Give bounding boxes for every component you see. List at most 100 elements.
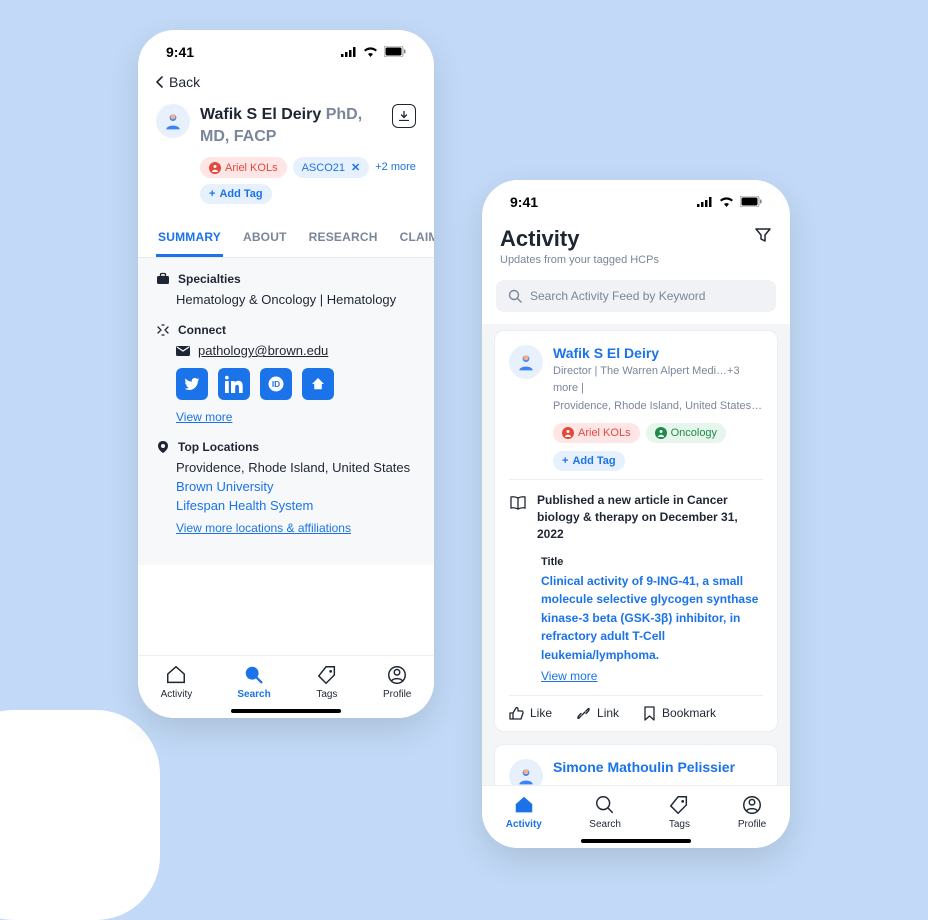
view-more-locations[interactable]: View more locations & affiliations bbox=[176, 521, 351, 535]
hcp-name[interactable]: Wafik S El Deiry bbox=[553, 345, 763, 361]
tab-research[interactable]: RESEARCH bbox=[307, 222, 380, 257]
tag-ariel[interactable]: Ariel KOLs bbox=[200, 157, 287, 178]
signal-icon bbox=[697, 194, 713, 210]
article-title[interactable]: Clinical activity of 9-ING-41, a small m… bbox=[541, 572, 763, 665]
filter-button[interactable] bbox=[754, 226, 772, 249]
download-button[interactable] bbox=[392, 104, 416, 128]
tabbar-tags[interactable]: Tags bbox=[668, 794, 690, 830]
activity-card: Wafik S El Deiry Director | The Warren A… bbox=[494, 330, 778, 732]
like-button[interactable]: Like bbox=[509, 706, 552, 721]
tabbar-profile[interactable]: Profile bbox=[383, 664, 411, 700]
profile-phone: 9:41 Back Wafik S El Deiry PhD, MD, FACP… bbox=[138, 30, 434, 718]
add-tag-row: + Add Tag bbox=[553, 451, 763, 471]
email-link[interactable]: pathology@brown.edu bbox=[198, 343, 328, 358]
search-icon bbox=[243, 664, 265, 686]
feed: Wafik S El Deiry Director | The Warren A… bbox=[482, 324, 790, 848]
tabbar-profile[interactable]: Profile bbox=[738, 794, 766, 830]
tag-label: Ariel KOLs bbox=[225, 162, 278, 174]
status-icons bbox=[697, 194, 762, 210]
twitter-button[interactable] bbox=[176, 368, 208, 400]
activity-header: Activity Updates from your tagged HCPs bbox=[482, 218, 790, 274]
tag-label: ASCO21 bbox=[302, 162, 345, 174]
profile-icon bbox=[741, 794, 763, 816]
tag-more[interactable]: +2 more bbox=[375, 157, 416, 178]
tab-about[interactable]: ABOUT bbox=[241, 222, 289, 257]
connect-body: pathology@brown.edu ID View more bbox=[176, 343, 416, 424]
plus-icon: + bbox=[562, 455, 568, 467]
book-icon bbox=[509, 494, 527, 512]
search-icon bbox=[594, 794, 616, 816]
battery-icon bbox=[384, 44, 406, 60]
download-icon bbox=[399, 111, 409, 121]
connect-icon bbox=[156, 323, 170, 337]
publication-row: Published a new article in Cancer biolog… bbox=[509, 479, 763, 544]
tabbar-tags[interactable]: Tags bbox=[316, 664, 338, 700]
battery-icon bbox=[740, 194, 762, 210]
status-bar: 9:41 bbox=[482, 180, 790, 218]
svg-text:ID: ID bbox=[272, 380, 280, 389]
view-more-article[interactable]: View more bbox=[541, 669, 597, 683]
tabbar: Activity Search Tags Profile bbox=[138, 655, 434, 718]
briefcase-icon bbox=[156, 272, 170, 286]
locations-label: Top Locations bbox=[156, 440, 416, 454]
tag-icon bbox=[668, 794, 690, 816]
wifi-icon bbox=[719, 194, 734, 210]
person-icon bbox=[562, 427, 574, 439]
tabs: SUMMARY ABOUT RESEARCH CLAIM bbox=[138, 214, 434, 258]
twitter-icon bbox=[183, 375, 201, 393]
view-more-connect[interactable]: View more bbox=[176, 410, 232, 424]
tab-claims[interactable]: CLAIM bbox=[398, 222, 434, 257]
location-link-lifespan[interactable]: Lifespan Health System bbox=[176, 498, 416, 513]
social-row: ID bbox=[176, 368, 416, 400]
publication-text: Published a new article in Cancer biolog… bbox=[537, 492, 763, 544]
status-bar: 9:41 bbox=[138, 30, 434, 68]
tabbar-activity[interactable]: Activity bbox=[506, 794, 542, 830]
home-icon bbox=[513, 794, 535, 816]
link-button[interactable]: Link bbox=[576, 706, 619, 721]
researchgate-button[interactable] bbox=[302, 368, 334, 400]
back-button[interactable]: Back bbox=[138, 68, 434, 100]
bookmark-icon bbox=[643, 706, 656, 721]
locations-body: Providence, Rhode Island, United States … bbox=[176, 460, 416, 535]
email-icon bbox=[176, 346, 190, 356]
tabbar-search[interactable]: Search bbox=[237, 664, 270, 700]
person-icon bbox=[209, 162, 221, 174]
primary-location: Providence, Rhode Island, United States bbox=[176, 460, 416, 475]
card-tags: Ariel KOLs Oncology bbox=[553, 423, 763, 443]
search-icon bbox=[508, 289, 522, 303]
article-box: Title Clinical activity of 9-ING-41, a s… bbox=[541, 556, 763, 685]
chevron-left-icon bbox=[156, 76, 163, 88]
back-label: Back bbox=[169, 74, 200, 90]
filter-icon bbox=[754, 226, 772, 244]
home-icon bbox=[165, 664, 187, 686]
tag-icon bbox=[316, 664, 338, 686]
like-icon bbox=[509, 706, 524, 721]
signal-icon bbox=[341, 44, 357, 60]
add-tag-button[interactable]: + Add Tag bbox=[200, 184, 272, 204]
summary-content: Specialties Hematology & Oncology | Hema… bbox=[138, 258, 434, 565]
tabbar-search[interactable]: Search bbox=[589, 794, 621, 830]
close-icon[interactable]: ✕ bbox=[351, 161, 360, 174]
tab-summary[interactable]: SUMMARY bbox=[156, 222, 223, 257]
hcp-name-2[interactable]: Simone Mathoulin Pelissier bbox=[553, 759, 735, 775]
tag-ariel[interactable]: Ariel KOLs bbox=[553, 423, 640, 443]
status-time: 9:41 bbox=[166, 44, 194, 60]
tag-asco[interactable]: ASCO21 ✕ bbox=[293, 157, 370, 178]
add-tag-button[interactable]: + Add Tag bbox=[553, 451, 625, 471]
linkedin-button[interactable] bbox=[218, 368, 250, 400]
tabbar-activity[interactable]: Activity bbox=[161, 664, 193, 700]
activity-phone: 9:41 Activity Updates from your tagged H… bbox=[482, 180, 790, 848]
specialties-value: Hematology & Oncology | Hematology bbox=[176, 292, 416, 307]
person-icon bbox=[655, 427, 667, 439]
location-link-brown[interactable]: Brown University bbox=[176, 479, 416, 494]
bookmark-button[interactable]: Bookmark bbox=[643, 706, 716, 721]
orcid-button[interactable]: ID bbox=[260, 368, 292, 400]
connect-label: Connect bbox=[156, 323, 416, 337]
profile-header: Wafik S El Deiry PhD, MD, FACP bbox=[138, 100, 434, 157]
status-icons bbox=[341, 44, 406, 60]
page-title: Activity bbox=[500, 226, 659, 252]
tags-row: Ariel KOLs ASCO21 ✕ +2 more + Add Tag bbox=[138, 157, 434, 214]
search-input[interactable]: Search Activity Feed by Keyword bbox=[496, 280, 776, 312]
avatar bbox=[509, 345, 543, 379]
tag-oncology[interactable]: Oncology bbox=[646, 423, 726, 443]
